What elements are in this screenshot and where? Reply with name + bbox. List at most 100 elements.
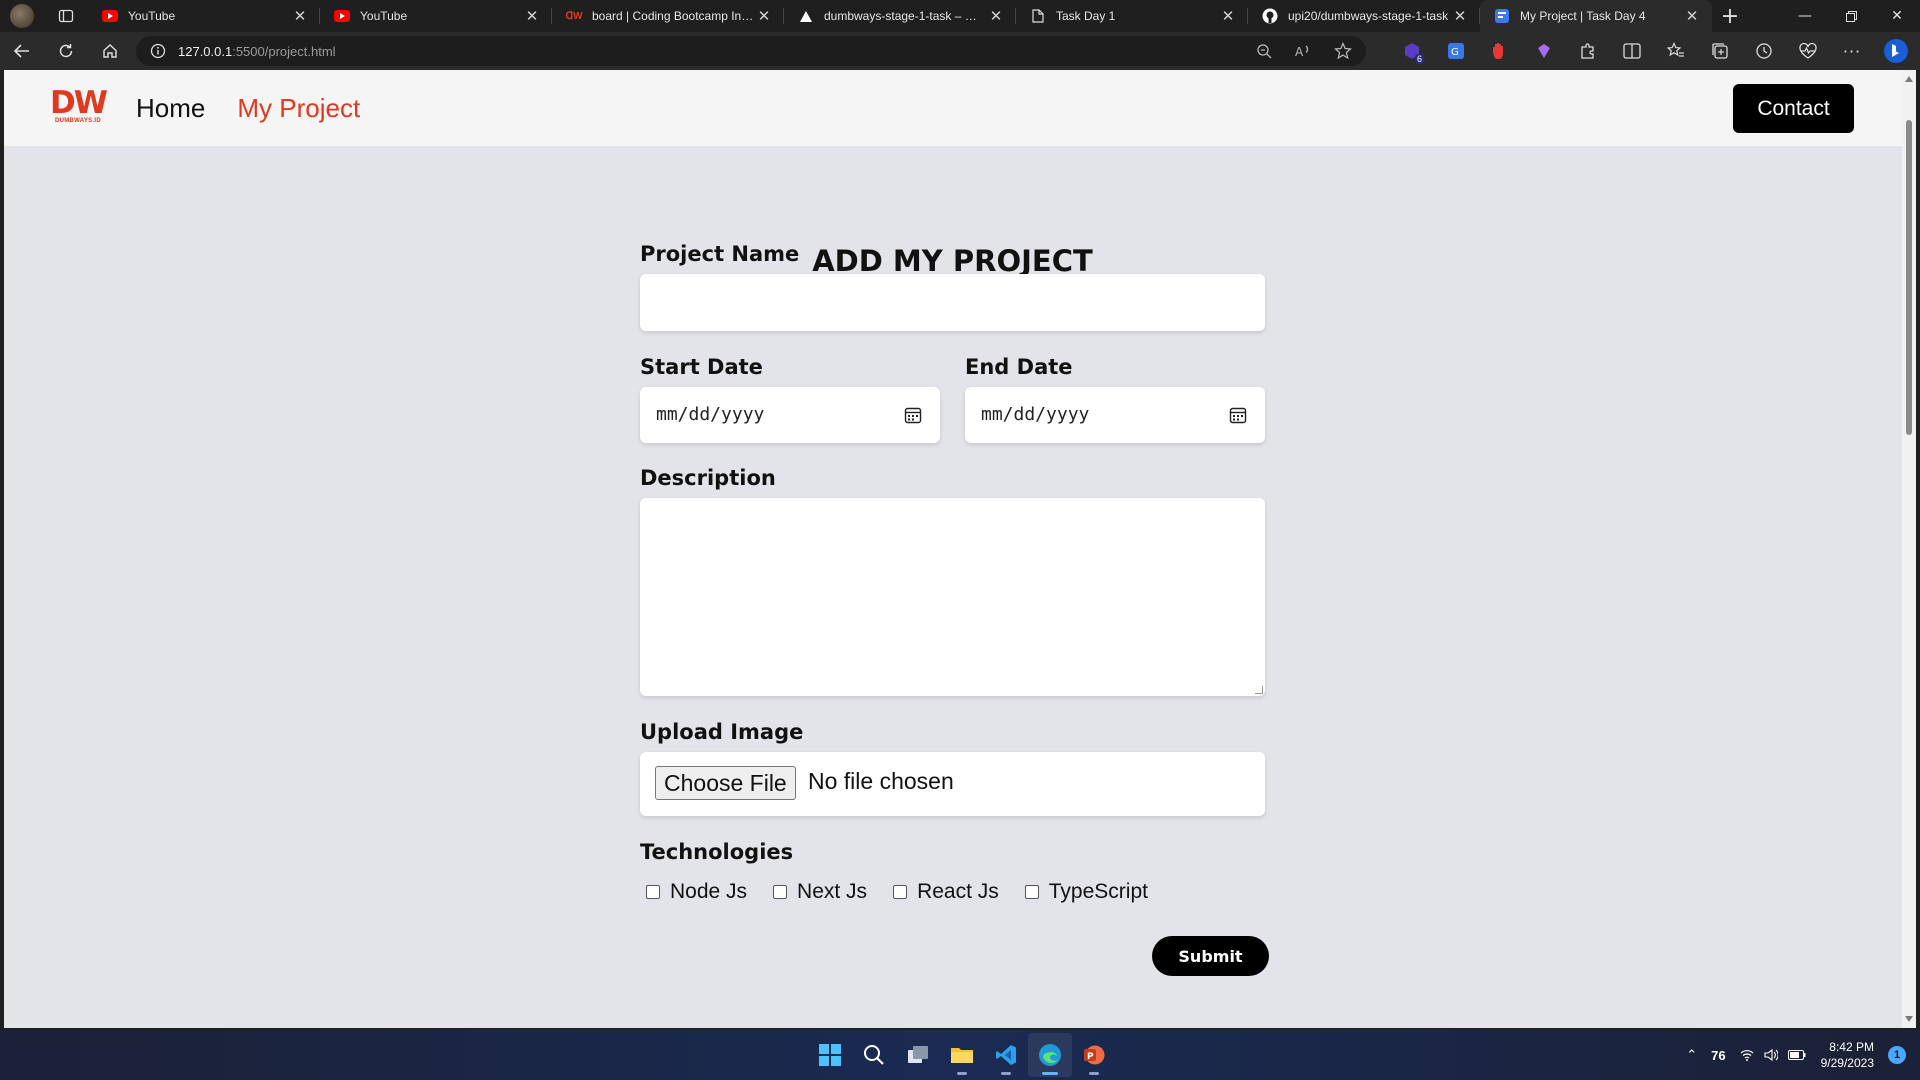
start-button[interactable] — [808, 1033, 852, 1077]
browser-tab-strip: YouTube ✕ YouTube ✕ ᗡW board | Coding Bo… — [0, 0, 1920, 32]
checkbox-label: Next Js — [797, 880, 868, 903]
tab-actions-button[interactable] — [44, 0, 88, 32]
checkbox[interactable] — [893, 885, 908, 899]
notification-badge[interactable]: 1 — [1888, 1046, 1906, 1064]
browser-tab-dumbways-board[interactable]: ᗡW board | Coding Bootcamp Indo ✕ — [552, 0, 784, 32]
system-tray: ⌃ 76 8:42 PM 9/29/2023 1 — [1679, 1030, 1920, 1080]
profile-button[interactable] — [0, 0, 44, 32]
edge-browser-button[interactable] — [1028, 1033, 1072, 1077]
contact-button[interactable]: Contact — [1733, 84, 1854, 133]
quick-settings-button[interactable] — [1740, 1049, 1806, 1061]
split-screen-icon — [1623, 43, 1641, 59]
profile-avatar — [10, 4, 34, 28]
weather-widget[interactable]: 76 — [1711, 1048, 1725, 1063]
task-view-icon — [908, 1046, 928, 1063]
more-dots-icon: ··· — [1842, 41, 1862, 61]
close-tab-icon[interactable]: ✕ — [754, 6, 774, 26]
scroll-up-arrow-icon[interactable] — [1905, 76, 1913, 82]
minimize-button[interactable]: — — [1782, 0, 1828, 32]
show-hidden-icons-button[interactable]: ⌃ — [1686, 1047, 1697, 1063]
powerpoint-button[interactable]: P — [1072, 1033, 1116, 1077]
task-view-button[interactable] — [896, 1033, 940, 1077]
scroll-thumb[interactable] — [1906, 120, 1912, 435]
start-date-input[interactable]: mm/dd/yyyy — [640, 387, 940, 443]
heartbeat-icon — [1799, 42, 1817, 59]
home-icon — [103, 44, 117, 58]
search-button[interactable] — [852, 1033, 896, 1077]
tech-typescript[interactable]: TypeScript — [1024, 880, 1148, 904]
upload-image-label: Upload Image — [640, 720, 804, 744]
end-date-input[interactable]: mm/dd/yyyy — [965, 387, 1265, 443]
close-tab-icon[interactable]: ✕ — [1218, 6, 1238, 26]
restore-icon — [1845, 10, 1857, 22]
browser-tab-my-project[interactable]: My Project | Task Day 4 ✕ — [1480, 0, 1712, 32]
copilot-button[interactable] — [1874, 32, 1918, 70]
info-icon[interactable] — [150, 43, 166, 59]
back-button[interactable] — [0, 32, 44, 70]
nav-home-link[interactable]: Home — [136, 93, 205, 124]
resize-grip-icon[interactable] — [1255, 686, 1263, 694]
back-arrow-icon — [13, 44, 29, 58]
performance-button[interactable] — [1786, 32, 1830, 70]
taskbar-pinned-apps: P — [808, 1030, 1116, 1080]
edge-icon — [1039, 1044, 1061, 1066]
page-scrollbar[interactable] — [1902, 70, 1916, 1028]
project-name-input[interactable] — [640, 274, 1265, 331]
choose-file-button[interactable]: Choose File — [655, 766, 796, 800]
read-aloud-icon[interactable]: A — [1294, 43, 1312, 59]
tech-react-js[interactable]: React Js — [893, 880, 999, 904]
close-window-button[interactable]: ✕ — [1874, 0, 1920, 32]
extensions-area: 6 G ··· — [1390, 32, 1918, 70]
checkbox[interactable] — [1024, 885, 1039, 899]
extensions-button[interactable] — [1566, 32, 1610, 70]
submit-button[interactable]: Submit — [1152, 936, 1269, 976]
restore-button[interactable] — [1828, 0, 1874, 32]
translate-extension-button[interactable]: G — [1434, 32, 1478, 70]
clock[interactable]: 8:42 PM 9/29/2023 — [1821, 1039, 1874, 1071]
tech-next-js[interactable]: Next Js — [773, 880, 867, 904]
favorites-button[interactable] — [1654, 32, 1698, 70]
checkbox[interactable] — [646, 885, 660, 899]
address-bar[interactable]: 127.0.0.1:5500/project.html A — [136, 36, 1366, 66]
extension-badge-button[interactable]: 6 — [1390, 32, 1434, 70]
windows-logo-icon — [819, 1044, 841, 1066]
collections-button[interactable] — [1698, 32, 1742, 70]
zoom-icon[interactable] — [1256, 43, 1272, 59]
close-tab-icon[interactable]: ✕ — [522, 6, 542, 26]
calendar-icon[interactable] — [904, 406, 922, 424]
vscode-button[interactable] — [984, 1033, 1028, 1077]
refresh-button[interactable] — [44, 32, 88, 70]
home-button[interactable] — [88, 32, 132, 70]
description-textarea[interactable] — [640, 498, 1265, 696]
checkbox-label: TypeScript — [1048, 880, 1148, 903]
file-explorer-button[interactable] — [940, 1033, 984, 1077]
logo-subtext: DUMBWAYS.ID — [54, 118, 102, 124]
red-extension-button[interactable] — [1478, 32, 1522, 70]
new-tab-button[interactable]: + — [1712, 0, 1748, 32]
close-tab-icon[interactable]: ✕ — [986, 6, 1006, 26]
purple-extension-button[interactable] — [1522, 32, 1566, 70]
close-tab-icon[interactable]: ✕ — [1682, 6, 1702, 26]
browser-tab-task-day-1[interactable]: Task Day 1 ✕ — [1016, 0, 1248, 32]
end-date-label: End Date — [965, 355, 1073, 379]
favorite-star-icon[interactable] — [1334, 42, 1352, 60]
close-tab-icon[interactable]: ✕ — [1450, 6, 1470, 26]
translate-icon: G — [1448, 43, 1464, 59]
close-tab-icon[interactable]: ✕ — [290, 6, 310, 26]
settings-more-button[interactable]: ··· — [1830, 32, 1874, 70]
checkbox[interactable] — [773, 885, 788, 899]
history-button[interactable] — [1742, 32, 1786, 70]
browser-tab-github[interactable]: upi20/dumbways-stage-1-task ✕ — [1248, 0, 1480, 32]
browser-tab-youtube-2[interactable]: YouTube ✕ — [320, 0, 552, 32]
url-text[interactable]: 127.0.0.1:5500/project.html — [178, 44, 1256, 59]
scroll-down-arrow-icon[interactable] — [1905, 1016, 1913, 1022]
tech-node-js[interactable]: Node Js — [646, 880, 747, 904]
calendar-icon[interactable] — [1229, 406, 1247, 424]
browser-tab-youtube-1[interactable]: YouTube ✕ — [88, 0, 320, 32]
nav-my-project-link[interactable]: My Project — [237, 93, 360, 124]
split-screen-button[interactable] — [1610, 32, 1654, 70]
logo-mark: DW — [50, 85, 108, 121]
checkbox-label: React Js — [917, 880, 999, 903]
dumbways-logo[interactable]: DW DUMBWAYS.ID — [50, 85, 108, 128]
browser-tab-vercel[interactable]: dumbways-stage-1-task – Over ✕ — [784, 0, 1016, 32]
